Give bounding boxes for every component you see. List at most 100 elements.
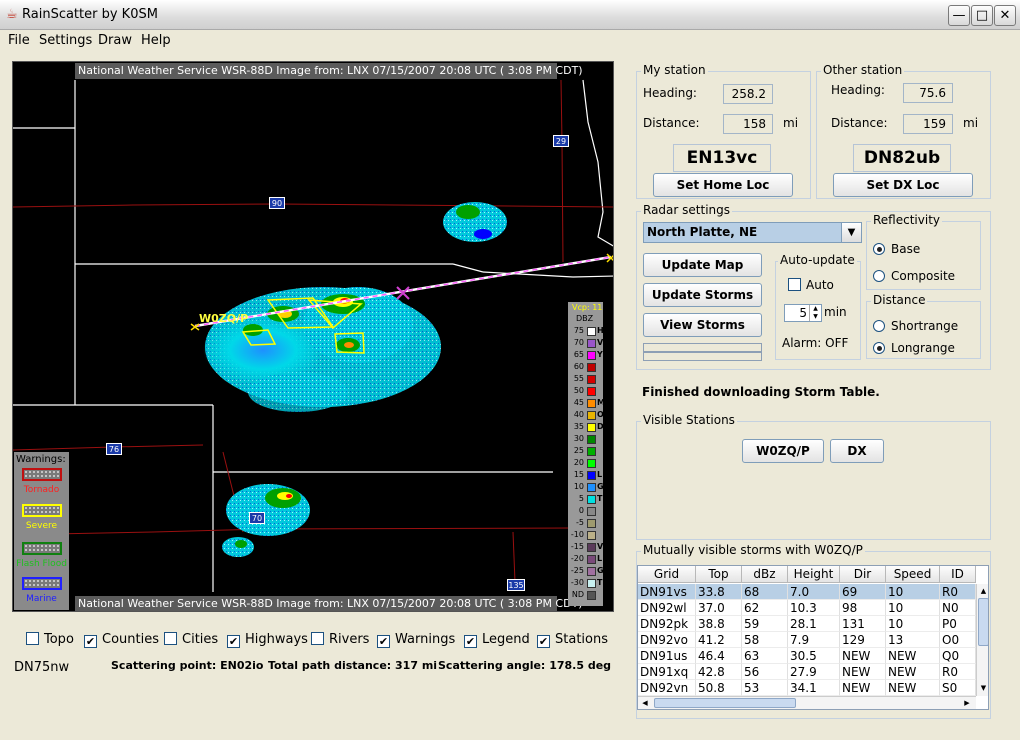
radio-selected-icon[interactable] (873, 342, 885, 354)
radar-site-select[interactable]: North Platte, NE ▼ (643, 222, 862, 243)
table-cell: 10 (886, 616, 940, 632)
total-path-distance: Total path distance: 317 mi (268, 659, 437, 672)
table-cell: NEW (840, 664, 886, 680)
scroll-down-icon[interactable]: ▼ (978, 682, 988, 694)
scroll-right-icon[interactable]: ▶ (962, 697, 972, 709)
update-storms-button[interactable]: Update Storms (643, 283, 762, 307)
radar-map[interactable]: National Weather Service WSR-88D Image f… (12, 61, 614, 612)
radio-icon[interactable] (873, 270, 885, 282)
legend-tag: T (597, 578, 603, 587)
composite-radio[interactable]: Composite (873, 269, 955, 283)
layer-checkbox-cities[interactable]: Cities (164, 632, 218, 648)
shortrange-radio[interactable]: Shortrange (873, 319, 958, 333)
table-row[interactable]: DN91vs 33.8 68 7.0 69 10 R0 (638, 584, 976, 600)
column-header[interactable]: Top (696, 566, 742, 583)
set-home-loc-button[interactable]: Set Home Loc (653, 173, 793, 197)
checkmark-icon[interactable]: ✔ (537, 635, 550, 648)
menu-draw[interactable]: Draw (98, 33, 132, 48)
column-header[interactable]: dBz (742, 566, 788, 583)
checkbox-icon[interactable] (26, 632, 39, 645)
table-row[interactable]: DN92pk 38.8 59 28.1 131 10 P0 (638, 616, 976, 632)
view-storms-button[interactable]: View Storms (643, 313, 762, 337)
table-row[interactable]: DN92wl 37.0 62 10.3 98 10 N0 (638, 600, 976, 616)
longrange-radio[interactable]: Longrange (873, 341, 955, 355)
layer-checkbox-highways[interactable]: ✔ Highways (227, 632, 308, 648)
java-cup-icon: ☕ (6, 7, 18, 22)
station-dx-button[interactable]: DX (830, 439, 884, 463)
checkmark-icon[interactable]: ✔ (227, 635, 240, 648)
layer-checkbox-rivers[interactable]: Rivers (311, 632, 369, 648)
legend-value: 25 (573, 446, 584, 455)
table-row[interactable]: DN91us 46.4 63 30.5 NEW NEW Q0 (638, 648, 976, 664)
reflectivity-title: Reflectivity (871, 213, 943, 227)
heading-label: Heading: (643, 86, 697, 100)
update-map-button[interactable]: Update Map (643, 253, 762, 277)
minimize-button[interactable]: — (948, 5, 970, 26)
checkbox-icon[interactable] (164, 632, 177, 645)
layer-checkbox-stations[interactable]: ✔ Stations (537, 632, 608, 648)
layer-checkbox-topo[interactable]: Topo (26, 632, 74, 648)
base-radio[interactable]: Base (873, 242, 920, 256)
legend-tag: V (597, 542, 604, 551)
radio-icon[interactable] (873, 320, 885, 332)
legend-swatch (587, 351, 596, 360)
maximize-button[interactable]: □ (971, 5, 993, 26)
chevron-down-icon[interactable]: ▼ (841, 223, 861, 242)
table-row[interactable]: DN92vn 50.8 53 34.1 NEW NEW S0 (638, 680, 976, 696)
legend-swatch (587, 423, 596, 432)
checkbox-icon[interactable] (788, 278, 801, 291)
spinner-down-icon[interactable]: ▼ (809, 313, 821, 321)
table-cell: 41.2 (696, 632, 742, 648)
my-station-title: My station (641, 63, 708, 77)
table-cell: DN92vo (638, 632, 696, 648)
menu-help[interactable]: Help (141, 33, 171, 48)
auto-checkbox[interactable]: Auto (788, 278, 834, 292)
storms-table[interactable]: Grid Top dBz Height Dir Speed ID DN91vs 33.8 68 7… (637, 565, 989, 710)
station-w0zq-button[interactable]: W0ZQ/P (742, 439, 824, 463)
marine-swatch (21, 577, 62, 590)
vcp-label: Vcp: 11 (572, 303, 603, 312)
legend-swatch (587, 495, 596, 504)
dx-heading-field: 75.6 (903, 83, 953, 103)
radio-selected-icon[interactable] (873, 243, 885, 255)
layer-checkbox-warnings[interactable]: ✔ Warnings (377, 632, 455, 648)
column-header[interactable]: Height (788, 566, 840, 583)
legend-value: 40 (573, 410, 584, 419)
column-header[interactable]: Dir (840, 566, 886, 583)
my-heading-field: 258.2 (723, 84, 773, 104)
layer-label: Warnings (395, 632, 456, 647)
radar-site-value: North Platte, NE (647, 225, 758, 239)
vertical-scrollbar[interactable]: ▲ ▼ (976, 584, 988, 696)
set-dx-loc-button[interactable]: Set DX Loc (833, 173, 973, 197)
spinner-up-icon[interactable]: ▲ (809, 305, 821, 313)
checkmark-icon[interactable]: ✔ (84, 635, 97, 648)
column-header[interactable]: ID (940, 566, 976, 583)
legend-swatch (587, 327, 596, 336)
table-row[interactable]: DN91xq 42.8 56 27.9 NEW NEW R0 (638, 664, 976, 680)
scroll-up-icon[interactable]: ▲ (978, 585, 988, 597)
legend-value: 30 (573, 434, 584, 443)
menu-settings[interactable]: Settings (39, 33, 92, 48)
close-button[interactable]: ✕ (994, 5, 1016, 26)
checkmark-icon[interactable]: ✔ (377, 635, 390, 648)
table-cell: O0 (940, 632, 976, 648)
checkbox-icon[interactable] (311, 632, 324, 645)
column-header[interactable]: Speed (886, 566, 940, 583)
horizontal-scroll-thumb[interactable] (654, 698, 796, 708)
menu-file[interactable]: File (8, 33, 30, 48)
column-header[interactable]: Grid (638, 566, 696, 583)
legend-tag: V (597, 338, 604, 347)
vertical-scroll-thumb[interactable] (978, 598, 988, 646)
distance-title: Distance (871, 293, 928, 307)
legend-value: 5 (578, 494, 584, 503)
horizontal-scrollbar[interactable]: ◀ ▶ (638, 696, 976, 709)
layer-checkbox-legend[interactable]: ✔ Legend (464, 632, 530, 648)
layer-checkbox-counties[interactable]: ✔ Counties (84, 632, 159, 648)
scroll-left-icon[interactable]: ◀ (640, 697, 650, 709)
table-cell: N0 (940, 600, 976, 616)
warning-flash-flood: Flash Flood (16, 542, 67, 569)
checkmark-icon[interactable]: ✔ (464, 635, 477, 648)
minutes-spinner[interactable]: 5 ▲ ▼ (784, 304, 822, 322)
table-row[interactable]: DN92vo 41.2 58 7.9 129 13 O0 (638, 632, 976, 648)
legend-swatch (587, 543, 596, 552)
